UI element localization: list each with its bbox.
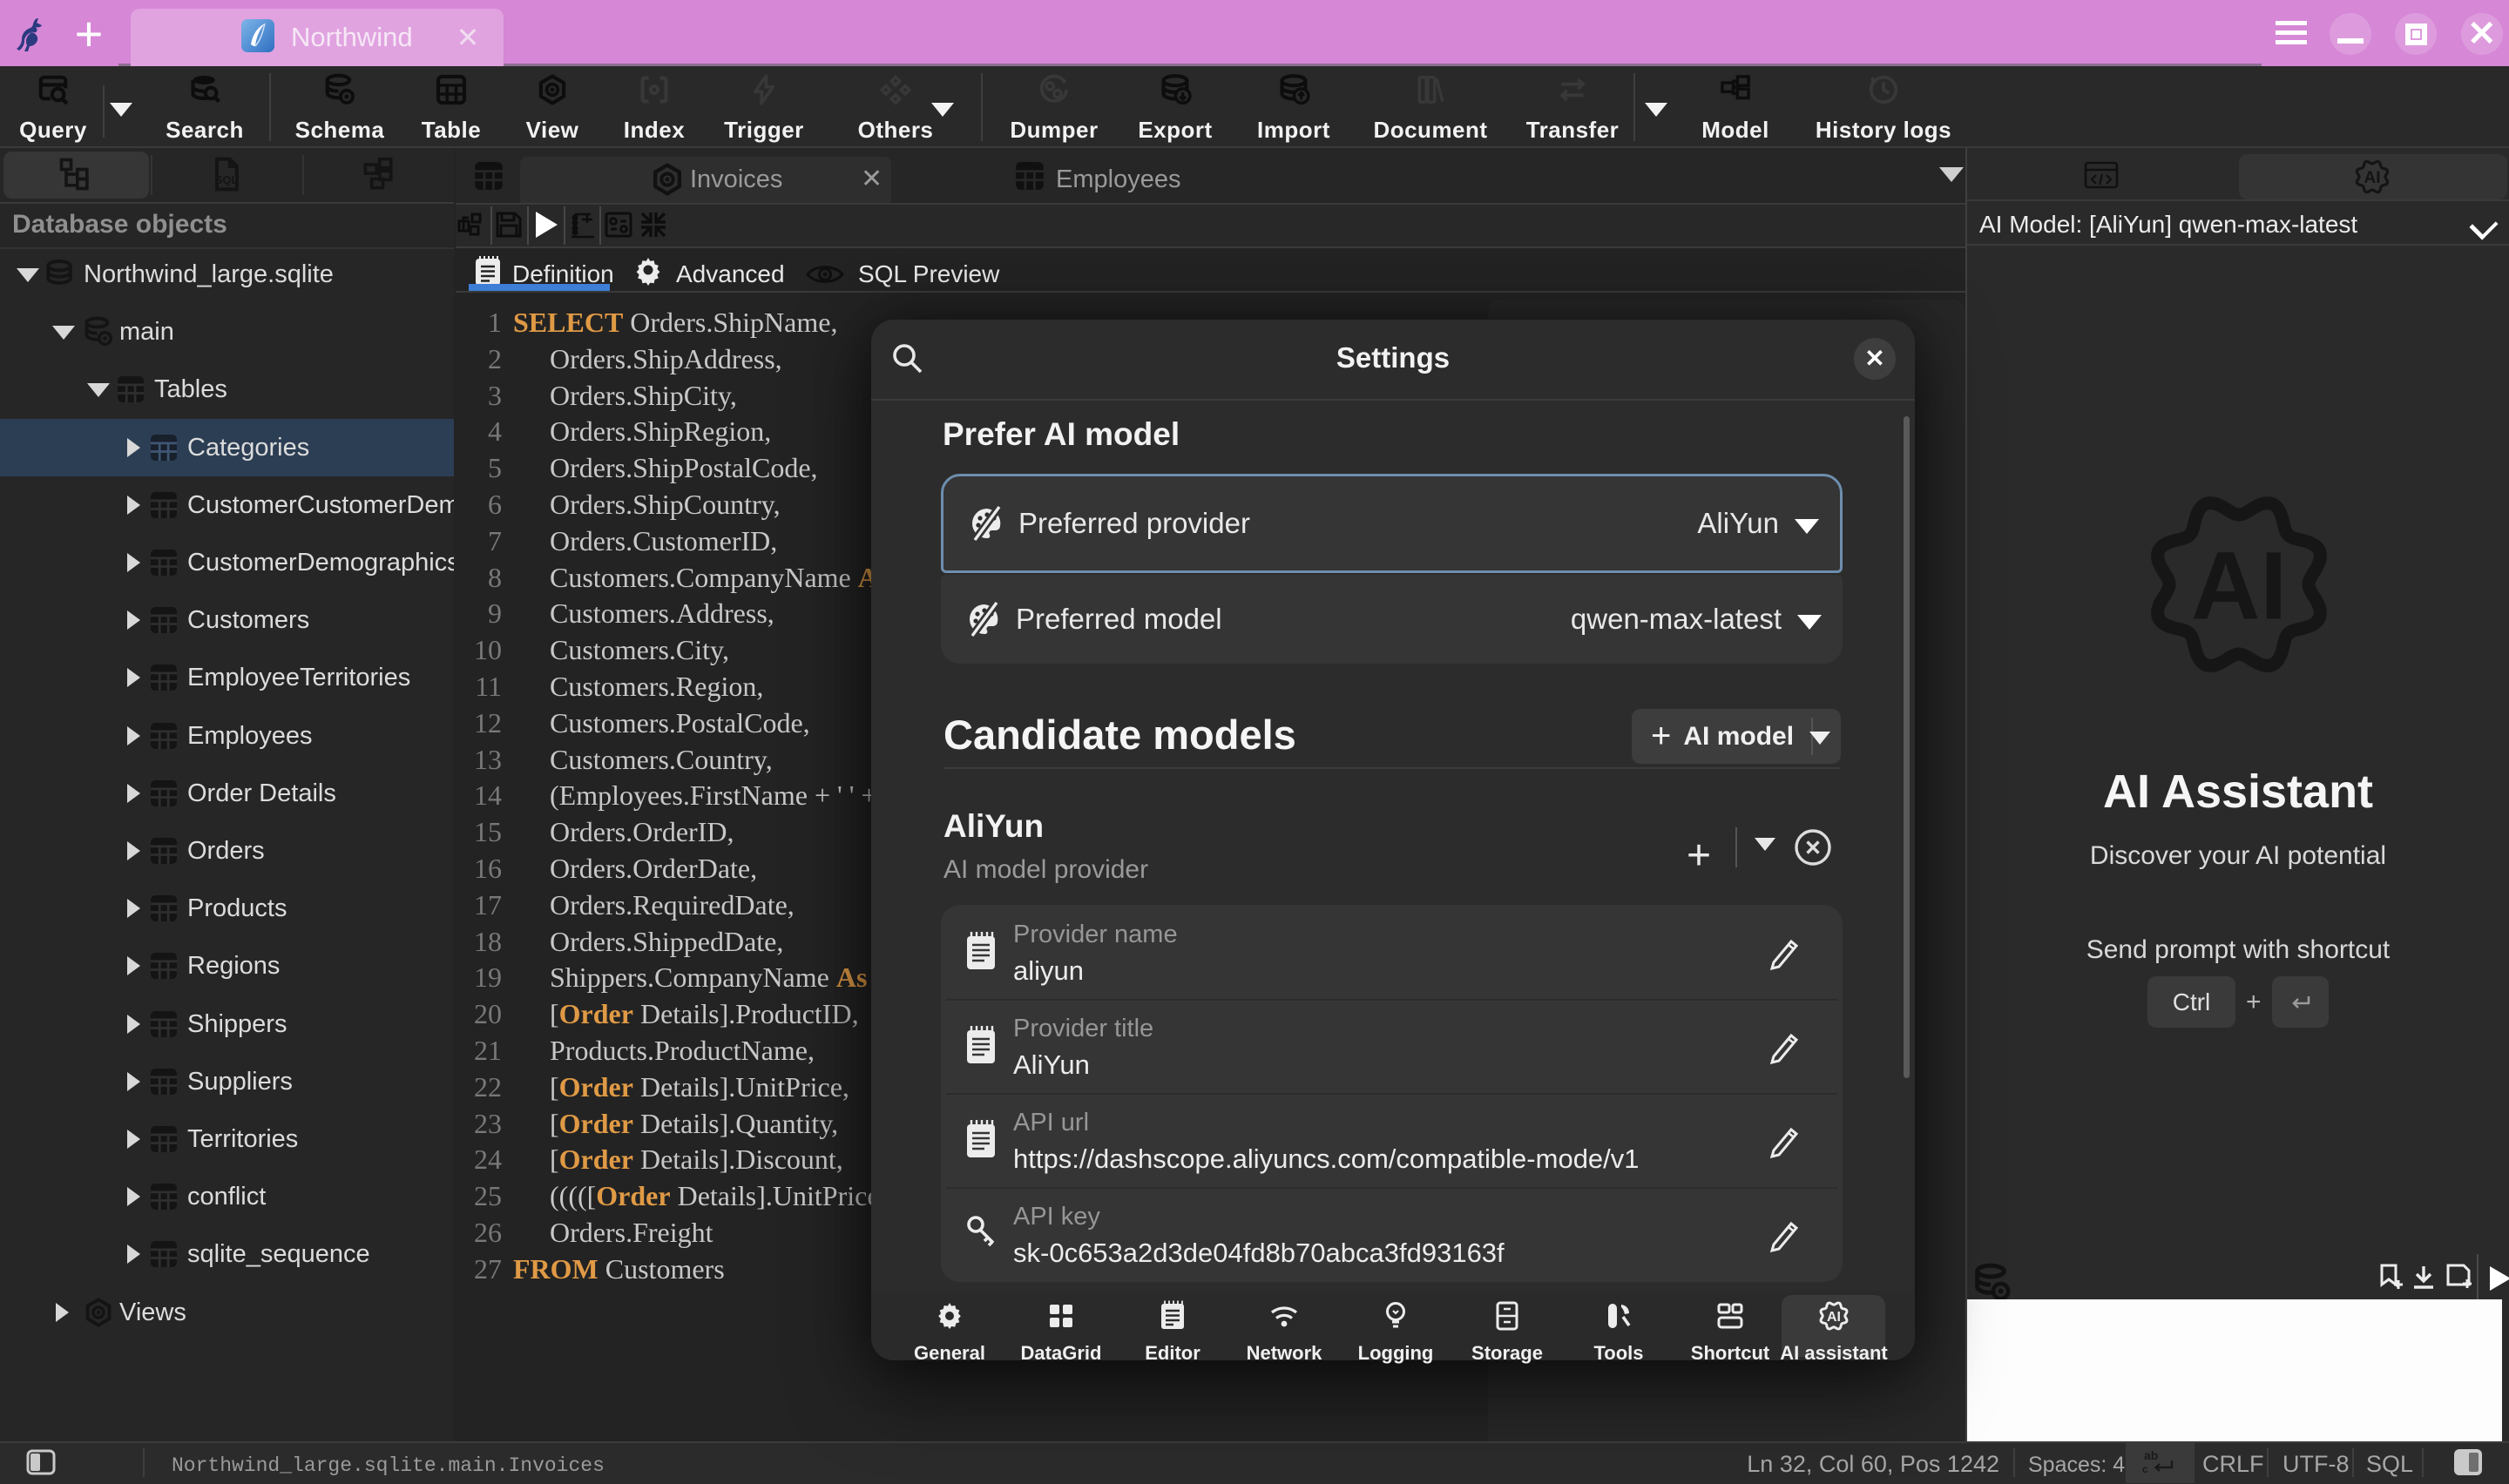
svg-text:AI: AI — [2364, 169, 2381, 187]
svg-text:c: c — [2142, 1463, 2148, 1475]
svg-text:AI: AI — [1827, 1310, 1841, 1325]
svg-text:SQL: SQL — [215, 173, 239, 186]
svg-text:ab: ab — [2144, 1448, 2158, 1462]
svg-text:AI: AI — [2191, 533, 2287, 640]
